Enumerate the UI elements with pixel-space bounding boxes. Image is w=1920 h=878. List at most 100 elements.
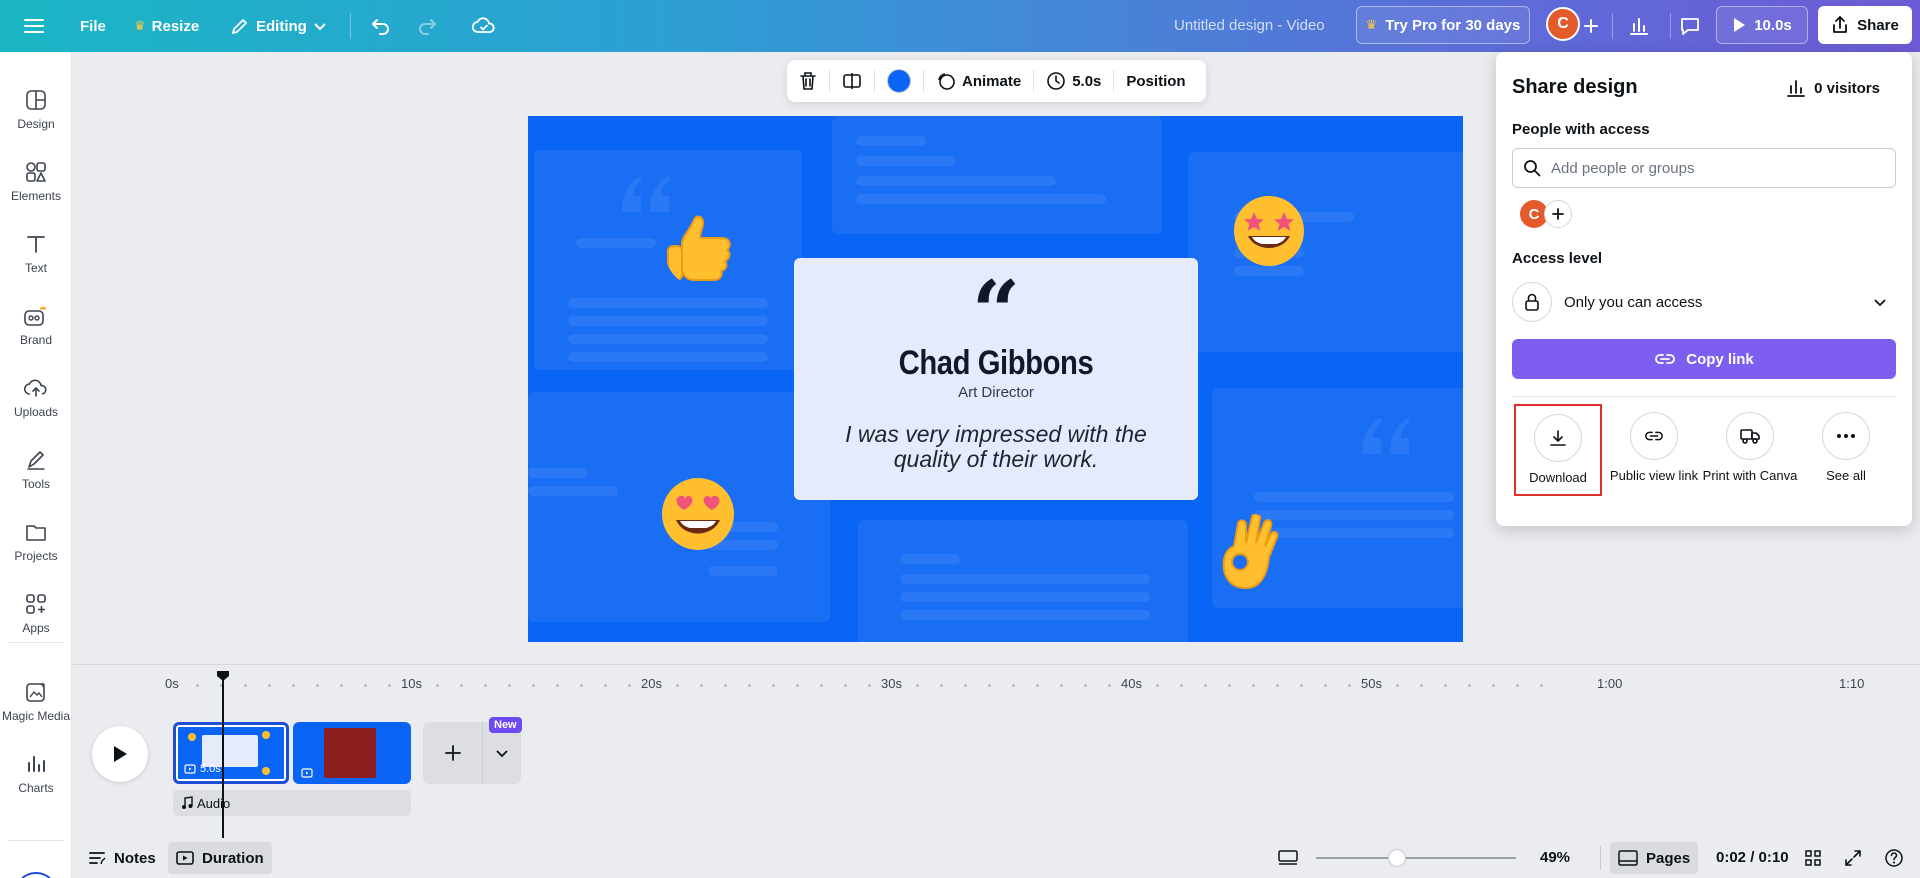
add-people-field[interactable] [1512,148,1896,188]
timeline-tick: 1:00 [1597,676,1623,691]
sidebar-item-brand[interactable]: Brand [0,294,72,358]
timeline-play-button[interactable] [92,726,148,782]
timeline-tick-dot [1228,684,1231,687]
timeline-clip-1[interactable]: 5.0s [173,722,289,784]
timeline-tick-dot [1180,684,1183,687]
design-canvas[interactable]: “ Chad Gibbons Art Director I was very i… [528,116,1463,642]
color-picker-button[interactable] [875,60,923,102]
insights-button[interactable] [1628,0,1650,52]
timeline-tick-dot [460,684,463,687]
playhead[interactable] [222,676,224,838]
redo-icon [419,19,437,35]
timeline-tick-dot [1468,684,1471,687]
trash-icon [800,72,816,90]
try-pro-button[interactable]: ♛ Try Pro for 30 days [1356,6,1530,44]
fullscreen-button[interactable] [1836,842,1870,874]
add-person-button[interactable] [1544,200,1572,228]
audio-track[interactable]: Audio [173,790,411,816]
see-all-option[interactable]: See all [1798,412,1894,484]
undo-button[interactable] [370,0,392,52]
sidebar-item-charts[interactable]: Charts [0,742,72,806]
zoom-slider-handle[interactable] [1388,849,1406,867]
comments-button[interactable] [1678,0,1702,52]
grid-view-button[interactable] [1796,842,1830,874]
timeline-tick-dot [556,684,559,687]
timeline-tick-dot [964,684,967,687]
sidebar-item-text[interactable]: Text [0,222,72,286]
add-collaborator-button[interactable] [1582,0,1600,52]
share-button[interactable]: Share [1818,6,1912,44]
top-bar: File ♛ Resize Editing Untitled design - … [0,0,1920,52]
timeline-tick-dot [748,684,751,687]
text-icon [27,236,45,253]
print-with-canva-option[interactable]: Print with Canva [1702,412,1798,484]
heart-eyes-emoji-icon[interactable] [660,476,736,552]
testimonial-card[interactable]: “ Chad Gibbons Art Director I was very i… [794,258,1198,500]
hamburger-icon [24,19,44,33]
sidebar-item-elements[interactable]: Elements [0,150,72,214]
plus-icon [1552,208,1564,220]
apps-icon [26,594,46,614]
download-option[interactable]: Download [1514,404,1602,496]
help-button[interactable] [1876,842,1912,874]
save-status-button[interactable] [472,0,496,52]
star-struck-emoji-icon[interactable] [1232,194,1306,268]
flip-button[interactable] [830,60,874,102]
magic-assistant-button[interactable] [14,872,58,878]
zoom-slider-track[interactable] [1316,857,1516,859]
file-menu[interactable]: File [80,0,106,52]
elements-icon [26,162,46,182]
timeline-clip-2[interactable] [293,722,411,784]
zoom-level[interactable]: 49% [1540,842,1570,874]
timeline-tick-dot [796,684,799,687]
testimonial-name[interactable]: Chad Gibbons [822,344,1169,383]
testimonial-quote[interactable]: I was very impressed with the quality of… [824,422,1168,472]
menu-button[interactable] [24,0,44,52]
preview-play-button[interactable]: 10.0s [1716,6,1808,44]
add-page-button[interactable] [423,722,483,784]
timeline-tick-dot [916,684,919,687]
sidebar-item-apps[interactable]: Apps [0,582,72,646]
ok-hand-emoji-icon[interactable] [1216,514,1288,594]
uploads-icon [24,379,47,397]
timeline-tick: 50s [1361,676,1382,691]
page-view-toggle[interactable] [1270,842,1306,874]
public-view-link-option[interactable]: Public view link [1606,412,1702,484]
timeline-tick: 1:10 [1839,676,1865,691]
redo-button[interactable] [416,0,438,52]
timeline-tick-dot [436,684,439,687]
sidebar-item-tools[interactable]: Tools [0,438,72,502]
document-title[interactable]: Untitled design - Video [1174,0,1325,52]
notes-button[interactable]: Notes [80,842,164,874]
timeline-tick-dot [1324,684,1327,687]
sidebar-item-projects[interactable]: Projects [0,510,72,574]
animate-button[interactable]: Animate [924,60,1033,102]
resize-button[interactable]: ♛ Resize [134,0,199,52]
timeline-tick-dot [1300,684,1303,687]
position-button[interactable]: Position [1114,60,1197,102]
duration-button[interactable]: Duration [168,842,272,874]
testimonial-role[interactable]: Art Director [794,384,1198,401]
new-badge: New [489,717,522,733]
sidebar-item-uploads[interactable]: Uploads [0,366,72,430]
timeline-tick-dot [772,684,775,687]
sidebar-item-design[interactable]: Design [0,78,72,142]
timeline-tick-dot [628,684,631,687]
music-note-icon [182,796,193,809]
visitors-button[interactable]: 0 visitors [1786,78,1880,98]
user-avatar[interactable]: C [1546,7,1580,41]
timing-button[interactable]: 5.0s [1034,60,1113,102]
sidebar-item-magic-media[interactable]: Magic Media [0,670,72,734]
design-icon [26,90,46,110]
thumbs-up-emoji-icon[interactable] [664,208,740,288]
delete-button[interactable] [787,60,829,102]
copy-link-button[interactable]: Copy link [1512,339,1896,379]
timeline-tick-dot [1108,684,1111,687]
chevron-down-icon [496,750,508,758]
timeline-tick-dot [196,684,199,687]
left-sidebar: Design Elements Text Brand Uploads Tools… [0,52,72,878]
add-people-input[interactable] [1551,159,1881,177]
access-level-dropdown[interactable]: Only you can access [1512,280,1896,324]
pages-button[interactable]: Pages [1610,842,1699,874]
editing-mode-button[interactable]: Editing [230,0,327,52]
